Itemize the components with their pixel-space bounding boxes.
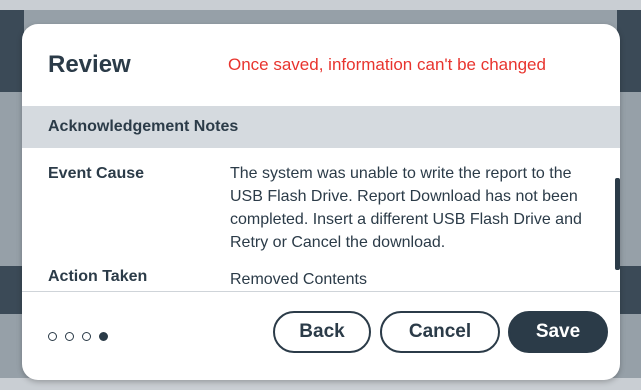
backdrop-band	[0, 0, 641, 10]
dialog-footer: Back Cancel Save	[22, 292, 620, 380]
backdrop-band	[617, 266, 641, 314]
field-row-event-cause: Event Cause The system was unable to wri…	[22, 148, 620, 254]
page-indicator	[48, 332, 108, 341]
save-button[interactable]: Save	[508, 311, 608, 353]
field-value: The system was unable to write the repor…	[230, 165, 582, 251]
dialog-title: Review	[48, 51, 131, 78]
page-dot	[65, 332, 74, 341]
field-label: Event Cause	[48, 165, 145, 182]
dialog-header: Review Once saved, information can't be …	[22, 24, 620, 106]
field-label: Action Taken	[48, 268, 148, 285]
backdrop-band	[0, 266, 24, 314]
section-header: Acknowledgement Notes	[22, 106, 620, 148]
backdrop-band	[617, 10, 641, 92]
page-dot-active	[99, 332, 108, 341]
warning-message: Once saved, information can't be changed	[228, 55, 546, 74]
notes-scroll-area[interactable]: Event Cause The system was unable to wri…	[22, 148, 620, 291]
back-button[interactable]: Back	[273, 311, 371, 353]
page-dot	[82, 332, 91, 341]
scrollbar[interactable]	[615, 178, 620, 270]
field-value: Removed Contents	[230, 271, 367, 288]
cancel-button[interactable]: Cancel	[380, 311, 500, 353]
backdrop-band	[0, 10, 24, 92]
page-dot	[48, 332, 57, 341]
review-dialog: Review Once saved, information can't be …	[22, 24, 620, 380]
field-row-action-taken: Action Taken Removed Contents	[22, 254, 620, 291]
